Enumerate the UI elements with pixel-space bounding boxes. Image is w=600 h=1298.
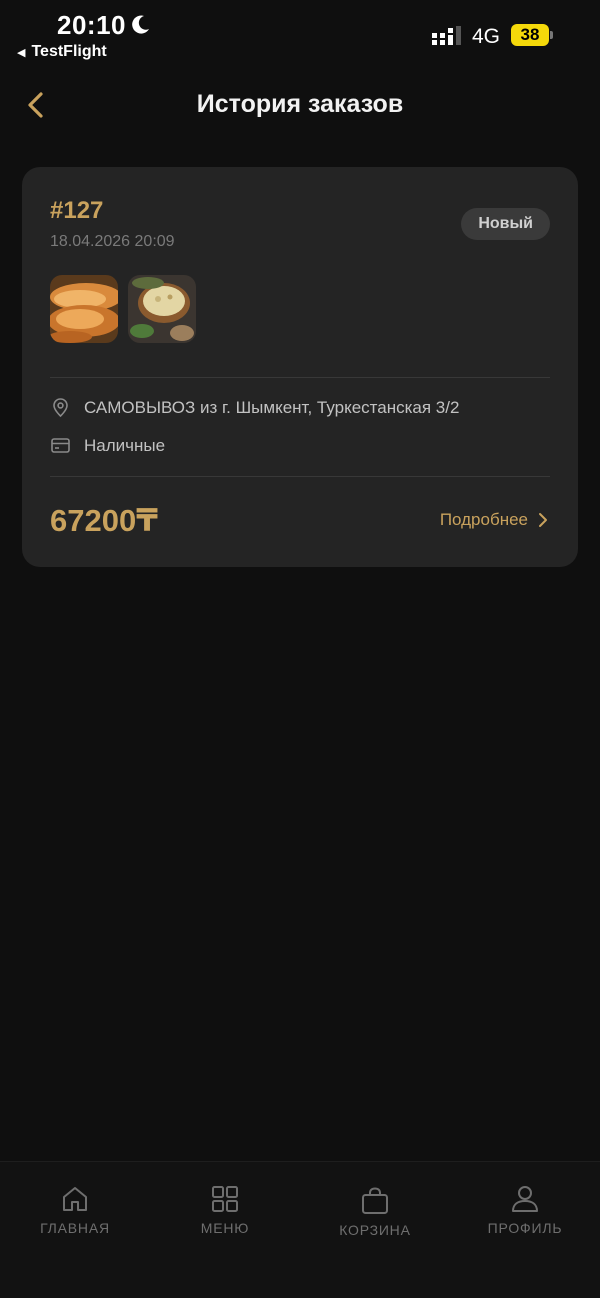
network-type: 4G bbox=[472, 25, 501, 48]
back-to-testflight[interactable]: ◀ TestFlight bbox=[17, 43, 107, 61]
order-card[interactable]: #127 18.04.2026 20:09 Новый САМОВЫВОЗ из… bbox=[22, 167, 578, 567]
chevron-right-icon bbox=[539, 513, 547, 527]
order-history-screen: 20:10 ◀ TestFlight 4G 38 История заказов… bbox=[0, 0, 600, 1298]
nav-cart[interactable]: КОРЗИНА bbox=[300, 1186, 450, 1238]
product-thumbnail bbox=[50, 275, 118, 343]
order-number: #127 bbox=[50, 197, 104, 224]
nav-home[interactable]: ГЛАВНАЯ bbox=[0, 1184, 150, 1236]
status-badge: Новый bbox=[461, 208, 550, 240]
nav-cart-label: КОРЗИНА bbox=[339, 1222, 411, 1238]
credit-card-icon bbox=[51, 438, 70, 453]
nav-menu-label: МЕНЮ bbox=[200, 1220, 250, 1236]
details-label: Подробнее bbox=[439, 510, 528, 529]
nav-profile[interactable]: ПРОФИЛЬ bbox=[450, 1184, 600, 1236]
details-link[interactable]: Подробнее bbox=[440, 510, 548, 530]
payment-method-row: Наличные bbox=[50, 435, 165, 456]
back-triangle-icon: ◀ bbox=[17, 46, 26, 59]
bottom-navigation: ГЛАВНАЯ МЕНЮ КОРЗИНА ПРОФИЛЬ bbox=[0, 1161, 600, 1298]
product-thumbnail bbox=[128, 275, 196, 343]
order-date: 18.04.2026 20:09 bbox=[50, 233, 175, 250]
divider bbox=[50, 377, 550, 378]
home-icon bbox=[63, 1187, 87, 1211]
shopping-bag-icon bbox=[362, 1187, 388, 1214]
status-time: 20:10 bbox=[57, 10, 126, 40]
pastry-image bbox=[50, 275, 118, 343]
user-icon bbox=[512, 1186, 538, 1212]
location-pin-icon bbox=[53, 398, 68, 418]
battery-cap bbox=[550, 31, 553, 39]
page-title: История заказов bbox=[196, 90, 404, 118]
nav-menu[interactable]: МЕНЮ bbox=[150, 1184, 300, 1236]
dish-image bbox=[128, 275, 196, 343]
nav-profile-label: ПРОФИЛЬ bbox=[487, 1220, 563, 1236]
payment-method: Наличные bbox=[84, 435, 166, 455]
grid-icon bbox=[212, 1186, 238, 1212]
divider bbox=[50, 476, 550, 477]
order-total: 67200₸ bbox=[50, 503, 158, 538]
pickup-address-row: САМОВЫВОЗ из г. Шымкент, Туркестанская 3… bbox=[50, 397, 459, 418]
battery-indicator: 38 bbox=[511, 24, 549, 46]
pickup-address: САМОВЫВОЗ из г. Шымкент, Туркестанская 3… bbox=[84, 397, 460, 417]
back-app-label: TestFlight bbox=[31, 43, 107, 60]
nav-home-label: ГЛАВНАЯ bbox=[40, 1220, 110, 1236]
moon-icon bbox=[132, 15, 149, 34]
signal-icon bbox=[432, 26, 461, 45]
